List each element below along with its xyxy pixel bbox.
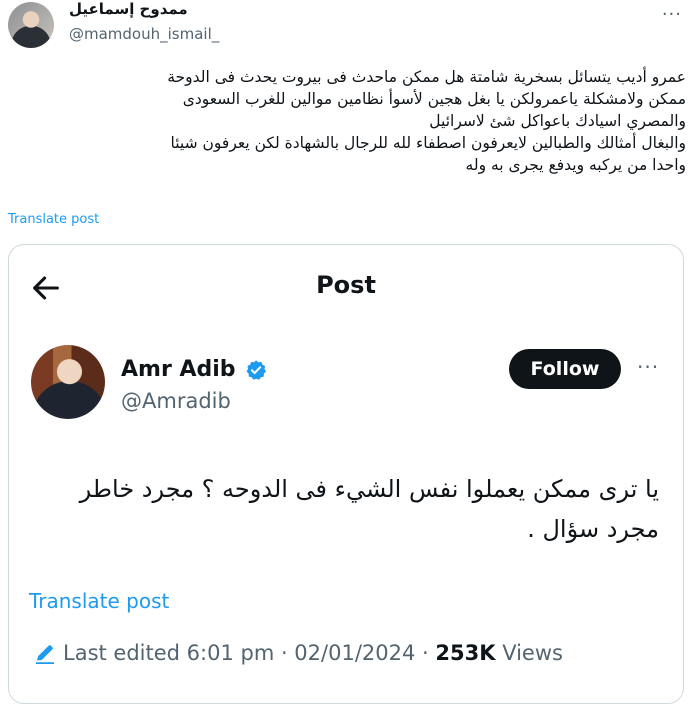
quoted-post-text: يا ترى ممكن يعملوا نفس الشيء فى الدوحه ؟… bbox=[29, 469, 659, 549]
tweet-text: عمرو أديب يتسائل بسخرية شامتة هل ممكن ما… bbox=[8, 66, 686, 176]
post-metadata: Last edited 6:01 pm · 02/01/2024 · 253K … bbox=[63, 641, 563, 665]
more-options-icon[interactable]: ··· bbox=[662, 4, 682, 25]
follow-button[interactable]: Follow bbox=[509, 349, 621, 389]
tweet-line: والمصري اسيادك باعواكل شئ لاسرائيل bbox=[429, 112, 686, 130]
post-header-title: Post bbox=[316, 271, 376, 299]
quoted-author-handle[interactable]: @Amradib bbox=[121, 389, 231, 413]
tweet-line: واحدا من يركبه ويدفع يجرى به وله bbox=[465, 156, 686, 174]
quoted-author-name[interactable]: Amr Adib bbox=[121, 357, 236, 382]
quoted-text-line: مجرد سؤال . bbox=[527, 515, 659, 543]
views-count: 253K bbox=[435, 641, 496, 665]
views-label: Views bbox=[502, 641, 563, 665]
tweet-line: ممكن ولامشكلة ياعمرولكن يا بغل هجين لأسو… bbox=[182, 90, 686, 108]
quoted-translate-post-link[interactable]: Translate post bbox=[29, 589, 169, 613]
tweet-line: عمرو أديب يتسائل بسخرية شامتة هل ممكن ما… bbox=[167, 68, 686, 86]
quoted-author-avatar[interactable] bbox=[31, 345, 105, 419]
quoted-text-line: يا ترى ممكن يعملوا نفس الشيء فى الدوحه ؟… bbox=[79, 475, 659, 503]
tweet-line: والبغال أمثالك والطبالين لايعرفون اصطفاء… bbox=[170, 134, 686, 152]
author-avatar[interactable] bbox=[8, 2, 54, 48]
pencil-edit-icon bbox=[36, 645, 54, 664]
quoted-post-card[interactable]: Post Amr Adib @Amradib Follow ··· يا ترى… bbox=[8, 244, 684, 704]
quoted-more-options-icon[interactable]: ··· bbox=[637, 355, 659, 379]
author-handle[interactable]: @mamdouh_ismail_ bbox=[69, 25, 219, 43]
translate-post-link[interactable]: Translate post bbox=[8, 212, 99, 227]
last-edited-timestamp[interactable]: Last edited 6:01 pm · 02/01/2024 · bbox=[63, 641, 429, 665]
verified-badge-icon bbox=[246, 360, 266, 380]
author-name[interactable]: ممدوح إسماعيل bbox=[69, 0, 188, 18]
